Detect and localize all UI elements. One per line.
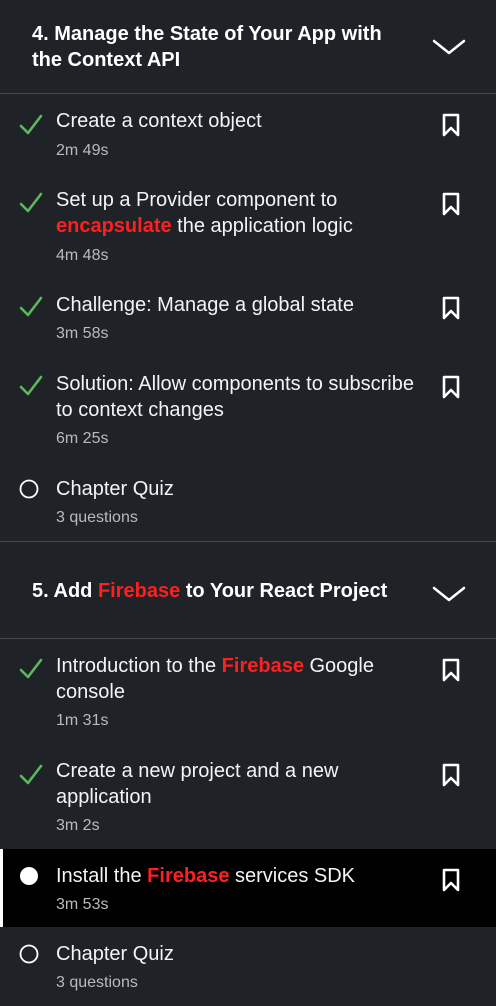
chevron-down-icon[interactable]	[432, 585, 466, 603]
bookmark-icon[interactable]	[440, 192, 462, 216]
item-title: Chapter Quiz	[56, 943, 174, 965]
item-title: Solution: Allow components to subscribe …	[56, 373, 414, 421]
item-title: Introduction to the Firebase Google cons…	[56, 653, 416, 705]
item-title: Set up a Provider component to encapsula…	[56, 187, 416, 239]
empty-circle-icon	[19, 944, 39, 964]
list-item-install-firebase-sdk[interactable]: Install the Firebase services SDK 3m 53s	[0, 849, 496, 927]
title-part: the application logic	[171, 215, 353, 237]
list-item-solution-subscribe[interactable]: Solution: Allow components to subscribe …	[0, 352, 496, 456]
item-title: Create a context object	[56, 110, 262, 132]
chapter-5-header[interactable]: 5. Add Firebase to Your React Project	[0, 541, 496, 639]
item-title: Challenge: Manage a global state	[56, 294, 354, 316]
highlighted-term: Firebase	[221, 655, 304, 677]
item-duration: 2m 49s	[56, 142, 109, 159]
list-item-create-context-object[interactable]: Create a context object 2m 49s	[0, 94, 496, 172]
list-item-create-project[interactable]: Create a new project and a new applicati…	[0, 746, 496, 849]
chapter-4-header[interactable]: 4. Manage the State of Your App with the…	[0, 0, 496, 94]
highlighted-term: Firebase	[147, 865, 230, 887]
title-part: Set up a Provider component to	[56, 189, 338, 211]
checkmark-icon	[19, 114, 43, 135]
checkmark-icon	[19, 375, 43, 396]
list-item-intro-firebase-console[interactable]: Introduction to the Firebase Google cons…	[0, 639, 496, 746]
bookmark-icon[interactable]	[440, 763, 462, 787]
title-part: Introduction to the	[56, 655, 222, 677]
title-part: to Your React Project	[180, 580, 388, 602]
bookmark-icon[interactable]	[440, 113, 462, 137]
item-duration: 3 questions	[56, 974, 138, 991]
chapter-4-title: 4. Manage the State of Your App with the…	[32, 23, 382, 71]
bookmark-icon[interactable]	[440, 296, 462, 320]
list-item-chapter-quiz[interactable]: Chapter Quiz 3 questions	[0, 456, 496, 541]
item-duration: 3m 53s	[56, 896, 109, 913]
item-title: Create a new project and a new applicati…	[56, 760, 339, 808]
bookmark-icon[interactable]	[440, 868, 462, 892]
title-part: Install the	[56, 865, 148, 887]
list-item-challenge-global-state[interactable]: Challenge: Manage a global state 3m 58s	[0, 272, 496, 352]
item-duration: 1m 31s	[56, 712, 109, 729]
checkmark-icon	[19, 764, 43, 785]
checkmark-icon	[19, 296, 43, 317]
item-title: Install the Firebase services SDK	[56, 863, 416, 889]
item-duration: 6m 25s	[56, 430, 109, 447]
bookmark-icon[interactable]	[440, 658, 462, 682]
chapter-5-title: 5. Add Firebase to Your React Project	[32, 578, 406, 604]
title-part: services SDK	[229, 865, 356, 887]
item-duration: 3m 58s	[56, 325, 109, 342]
list-item-setup-provider[interactable]: Set up a Provider component to encapsula…	[0, 172, 496, 272]
filled-circle-icon	[20, 867, 38, 885]
list-item-chapter-quiz[interactable]: Chapter Quiz 3 questions	[0, 927, 496, 1006]
item-duration: 3m 2s	[56, 817, 100, 834]
item-duration: 3 questions	[56, 509, 138, 526]
highlighted-term: encapsulate	[56, 215, 172, 237]
chevron-down-icon[interactable]	[432, 38, 466, 56]
checkmark-icon	[19, 192, 43, 213]
title-part: 5. Add	[32, 580, 98, 602]
item-duration: 4m 48s	[56, 247, 109, 264]
checkmark-icon	[19, 658, 43, 679]
item-title: Chapter Quiz	[56, 478, 174, 500]
bookmark-icon[interactable]	[440, 375, 462, 399]
empty-circle-icon	[19, 479, 39, 499]
highlighted-term: Firebase	[97, 580, 181, 602]
